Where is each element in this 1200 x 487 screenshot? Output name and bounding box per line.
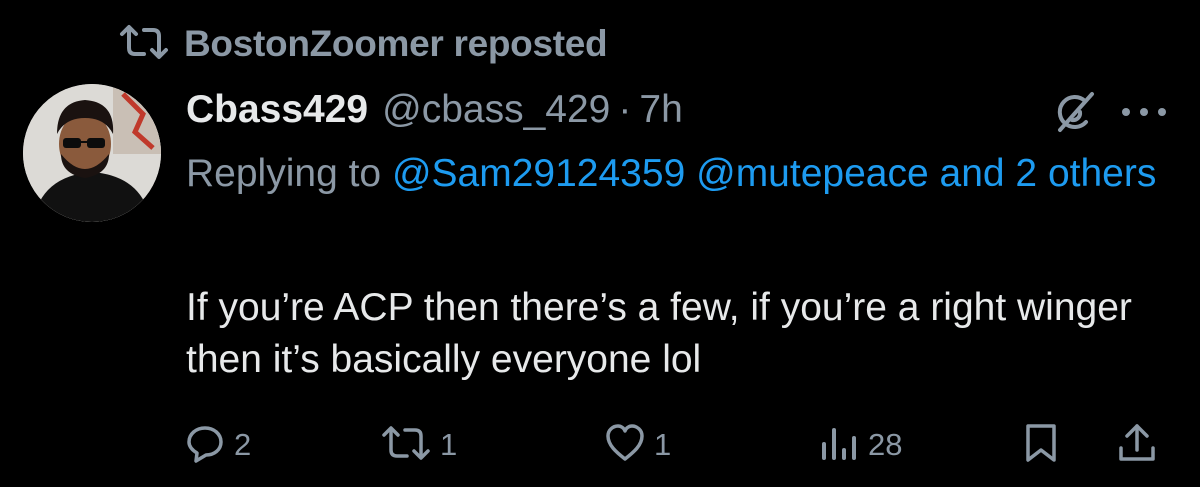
- repost-label: BostonZoomer reposted: [184, 23, 608, 64]
- retweet-button[interactable]: 1: [380, 415, 457, 475]
- reply-button[interactable]: 2: [184, 415, 251, 475]
- avatar[interactable]: [23, 84, 161, 222]
- reply-icon: [184, 422, 226, 469]
- retweet-count: 1: [440, 427, 458, 462]
- heart-icon: [604, 422, 646, 469]
- mention-link[interactable]: @Sam29124359: [392, 152, 685, 195]
- like-button[interactable]: 1: [604, 415, 671, 475]
- bookmark-button[interactable]: [1020, 415, 1062, 475]
- user-handle[interactable]: @cbass_429: [382, 88, 610, 132]
- display-name[interactable]: Cbass429: [186, 88, 368, 132]
- like-count: 1: [654, 427, 672, 462]
- separator-dot: ·: [618, 88, 632, 131]
- retweet-icon: [118, 24, 170, 65]
- mention-others-link[interactable]: and 2 others: [940, 152, 1157, 195]
- views-button[interactable]: 28: [818, 415, 902, 475]
- replying-to: Replying to @Sam29124359 @mutepeace and …: [186, 142, 1186, 206]
- views-icon: [818, 422, 860, 469]
- mention-link[interactable]: @mutepeace: [696, 152, 929, 195]
- more-icon[interactable]: [1118, 102, 1170, 122]
- tweet-header: Cbass429 @cbass_429 · 7h: [186, 82, 683, 138]
- replying-prefix: Replying to: [186, 152, 392, 195]
- views-count: 28: [868, 427, 903, 462]
- share-button[interactable]: [1116, 415, 1158, 475]
- share-icon: [1116, 422, 1158, 469]
- grok-icon[interactable]: [1050, 88, 1098, 136]
- bookmark-icon: [1020, 422, 1062, 469]
- tweet-text: If you’re ACP then there’s a few, if you…: [186, 286, 1132, 381]
- reply-count: 2: [234, 427, 252, 462]
- tweet-timestamp[interactable]: 7h: [639, 88, 682, 132]
- action-bar: 2 1 1 28: [0, 415, 1200, 475]
- repost-header[interactable]: BostonZoomer reposted: [118, 22, 608, 66]
- retweet-icon: [380, 422, 432, 469]
